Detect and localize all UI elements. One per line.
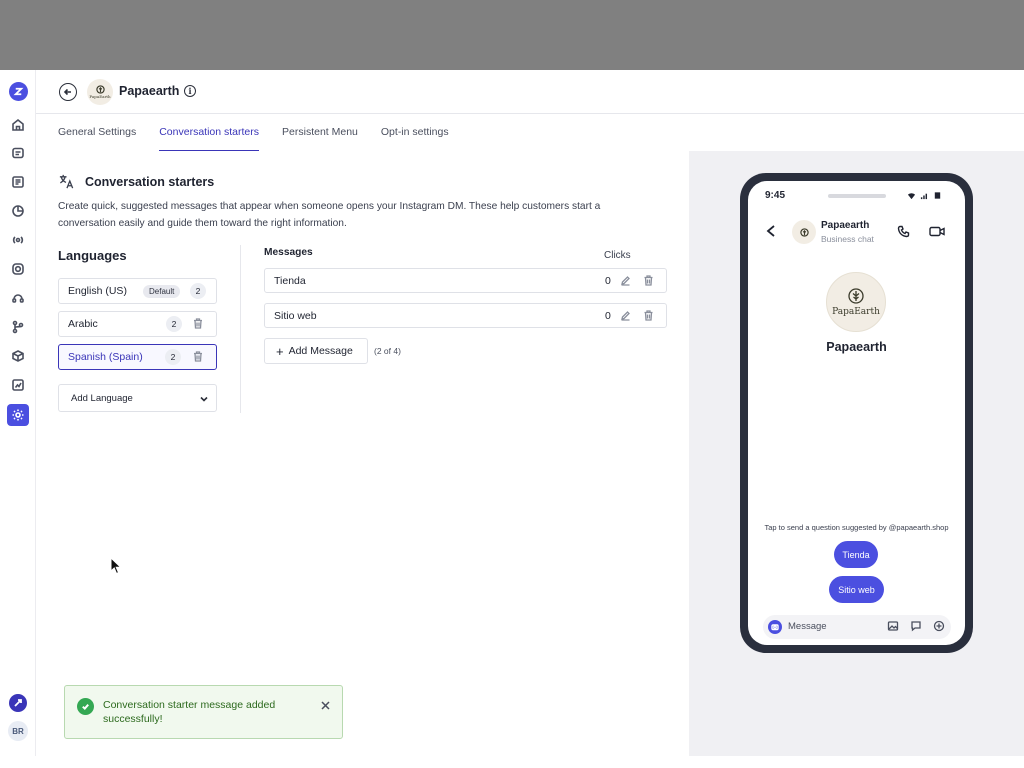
message-row[interactable]: Sitio web 0 [264, 303, 667, 328]
chat-name: Papaearth [821, 220, 870, 231]
image-icon [887, 620, 899, 635]
section-title: Conversation starters [85, 174, 215, 189]
message-clicks: 0 [605, 310, 611, 322]
reports-icon[interactable] [9, 376, 27, 394]
leaf-icon [799, 227, 809, 237]
phone-screen: 9:45 Papaearth Business chat PapaEarth P… [748, 181, 965, 645]
page-header: PapaEarth Papaearth i [36, 70, 1024, 114]
message-text: Tienda [274, 274, 306, 287]
profile-name: Papaearth [826, 340, 887, 354]
check-circle-icon [77, 698, 94, 715]
language-item-spanish[interactable]: Spanish (Spain) 2 [58, 344, 217, 370]
package-icon[interactable] [9, 347, 27, 365]
language-name: Arabic [68, 318, 98, 330]
language-name: Spanish (Spain) [68, 351, 143, 363]
phone-notch [828, 194, 886, 198]
page-bottom-edge [0, 756, 1024, 768]
message-count: (2 of 4) [374, 346, 401, 356]
back-button[interactable] [59, 83, 77, 101]
message-placeholder: Message [788, 621, 827, 632]
language-item-arabic[interactable]: Arabic 2 [58, 311, 217, 337]
languages-title: Languages [58, 248, 127, 263]
camera-icon [768, 620, 782, 634]
trash-icon[interactable] [193, 318, 205, 330]
column-divider [240, 245, 241, 413]
arrow-left-icon [63, 88, 71, 96]
browser-chrome-backdrop [0, 0, 1024, 70]
language-name: English (US) [68, 285, 127, 297]
success-toast: Conversation starter message added succe… [64, 685, 343, 739]
brand-avatar: PapaEarth [87, 79, 113, 105]
support-icon[interactable] [9, 289, 27, 307]
chevron-left-icon [766, 225, 776, 240]
profile-logo-text: PapaEarth [832, 307, 880, 317]
instagram-icon[interactable] [9, 260, 27, 278]
brand-avatar-text: PapaEarth [89, 94, 111, 99]
add-language-label: Add Language [71, 392, 133, 404]
close-icon[interactable] [321, 701, 330, 713]
user-avatar[interactable]: BR [8, 721, 28, 741]
suggestion-hint: Tap to send a question suggested by @pap… [764, 523, 949, 532]
battery-icon [934, 192, 941, 199]
sidebar: BR [0, 70, 36, 756]
default-badge: Default [143, 285, 181, 298]
tab-opt-in-settings[interactable]: Opt-in settings [381, 125, 449, 151]
app-logo-icon[interactable] [9, 82, 28, 101]
suggestion-pill: Tienda [834, 541, 878, 568]
edit-icon[interactable] [620, 310, 631, 324]
language-count: 2 [166, 316, 182, 332]
tab-conversation-starters[interactable]: Conversation starters [159, 125, 260, 151]
home-icon[interactable] [9, 116, 27, 134]
clicks-header: Clicks [604, 250, 631, 261]
chat-bubble-icon [910, 620, 922, 635]
contacts-icon[interactable] [9, 173, 27, 191]
page-title: Papaearth [119, 84, 180, 98]
broadcast-icon[interactable] [9, 231, 27, 249]
analytics-icon[interactable] [9, 202, 27, 220]
trash-icon[interactable] [643, 275, 654, 289]
workspace-logo-icon[interactable] [9, 694, 27, 712]
status-time: 9:45 [765, 190, 786, 201]
message-bar: Message [763, 615, 951, 639]
language-item-english[interactable]: English (US) Default 2 [58, 278, 217, 304]
tab-persistent-menu[interactable]: Persistent Menu [282, 125, 358, 151]
info-icon[interactable]: i [184, 85, 196, 97]
language-count: 2 [165, 349, 181, 365]
chat-subtitle: Business chat [821, 234, 874, 244]
message-clicks: 0 [605, 275, 611, 287]
signal-icon [920, 193, 928, 200]
plus-circle-icon [933, 620, 945, 635]
edit-icon[interactable] [620, 275, 631, 289]
plus-icon: + [276, 343, 284, 359]
mouse-cursor [110, 556, 122, 578]
toast-message: Conversation starter message added succe… [103, 699, 276, 725]
trash-icon[interactable] [193, 351, 205, 363]
section-description: Create quick, suggested messages that ap… [58, 201, 601, 229]
messages-header: Messages [264, 247, 313, 258]
chat-avatar [792, 220, 816, 244]
phone-call-icon [897, 225, 910, 241]
tab-general-settings[interactable]: General Settings [58, 125, 136, 151]
trash-icon[interactable] [643, 310, 654, 324]
add-message-button[interactable]: + Add Message [264, 338, 368, 364]
status-icons [907, 191, 942, 200]
wifi-icon [907, 193, 916, 200]
video-call-icon [929, 226, 945, 240]
message-row[interactable]: Tienda 0 [264, 268, 667, 293]
leaf-icon [95, 85, 105, 94]
inbox-icon[interactable] [9, 144, 27, 162]
settings-tabs: General Settings Conversation starters P… [58, 125, 472, 153]
message-text: Sitio web [274, 309, 317, 322]
profile-logo: PapaEarth [826, 272, 886, 332]
leaf-icon [848, 288, 864, 304]
suggestion-pill: Sitio web [829, 576, 884, 603]
add-message-label: Add Message [288, 345, 353, 357]
add-language-dropdown[interactable]: Add Language [58, 384, 217, 412]
settings-icon[interactable] [7, 404, 29, 426]
translate-icon [59, 174, 74, 189]
section-header: Conversation starters [58, 173, 214, 190]
language-count: 2 [190, 283, 206, 299]
flows-icon[interactable] [9, 318, 27, 336]
chevron-down-icon [200, 396, 208, 402]
